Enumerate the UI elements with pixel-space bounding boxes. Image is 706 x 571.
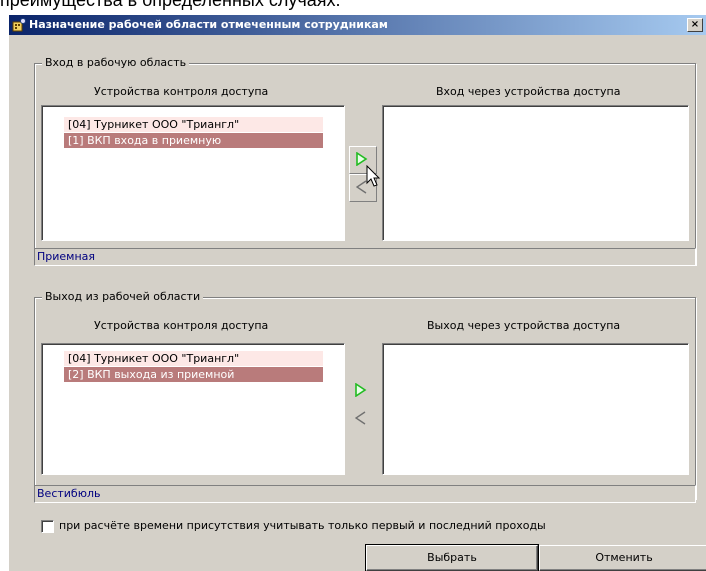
- exit-assigned-list[interactable]: [382, 343, 689, 475]
- list-item[interactable]: [1] ВКП входа в приемную: [64, 133, 323, 148]
- entry-available-list[interactable]: [04] Турникет ООО "Триангл" [1] ВКП вход…: [41, 105, 345, 241]
- entry-left-header: Устройства контроля доступа: [94, 85, 269, 98]
- exit-group-label: Выход из рабочей области: [42, 290, 204, 303]
- title-bar[interactable]: Назначение рабочей области отмеченным со…: [9, 15, 706, 35]
- arrow-right-icon: [355, 383, 367, 397]
- exit-status-text: Вестибюль: [37, 487, 101, 500]
- close-icon: ×: [690, 19, 700, 30]
- exit-add-button[interactable]: [349, 378, 375, 404]
- exit-available-list[interactable]: [04] Турникет ООО "Триангл" [2] ВКП выхо…: [41, 343, 345, 475]
- entry-group-label: Вход в рабочую область: [42, 56, 190, 69]
- entry-assigned-list[interactable]: [382, 105, 689, 241]
- list-item[interactable]: [2] ВКП выхода из приемной: [64, 367, 323, 382]
- list-item[interactable]: [04] Турникет ООО "Триангл": [64, 351, 323, 366]
- close-button[interactable]: ×: [687, 18, 703, 32]
- arrow-left-icon: [355, 411, 366, 425]
- dialog-title: Назначение рабочей области отмеченным со…: [29, 18, 388, 31]
- entry-status-bar: Приемная: [34, 248, 696, 266]
- mouse-cursor-icon: [366, 165, 381, 187]
- cancel-button[interactable]: Отменить: [539, 545, 706, 571]
- dialog-app-icon: [12, 18, 26, 32]
- select-button[interactable]: Выбрать: [365, 544, 539, 571]
- first-last-pass-checkbox[interactable]: [41, 520, 54, 533]
- exit-status-bar: Вестибюль: [34, 485, 696, 503]
- first-last-pass-label: при расчёте времени присутствия учитыват…: [59, 519, 546, 532]
- exit-remove-button[interactable]: [349, 406, 375, 432]
- entry-status-text: Приемная: [37, 250, 96, 263]
- exit-right-header: Выход через устройства доступа: [427, 319, 621, 332]
- exit-left-header: Устройства контроля доступа: [94, 319, 269, 332]
- list-item[interactable]: [04] Турникет ООО "Триангл": [64, 117, 323, 132]
- entry-right-header: Вход через устройства доступа: [436, 85, 621, 98]
- background-text: преимущества в определенных случаях.: [0, 0, 341, 10]
- arrow-right-icon: [356, 152, 368, 166]
- dialog-window: Назначение рабочей области отмеченным со…: [8, 14, 706, 571]
